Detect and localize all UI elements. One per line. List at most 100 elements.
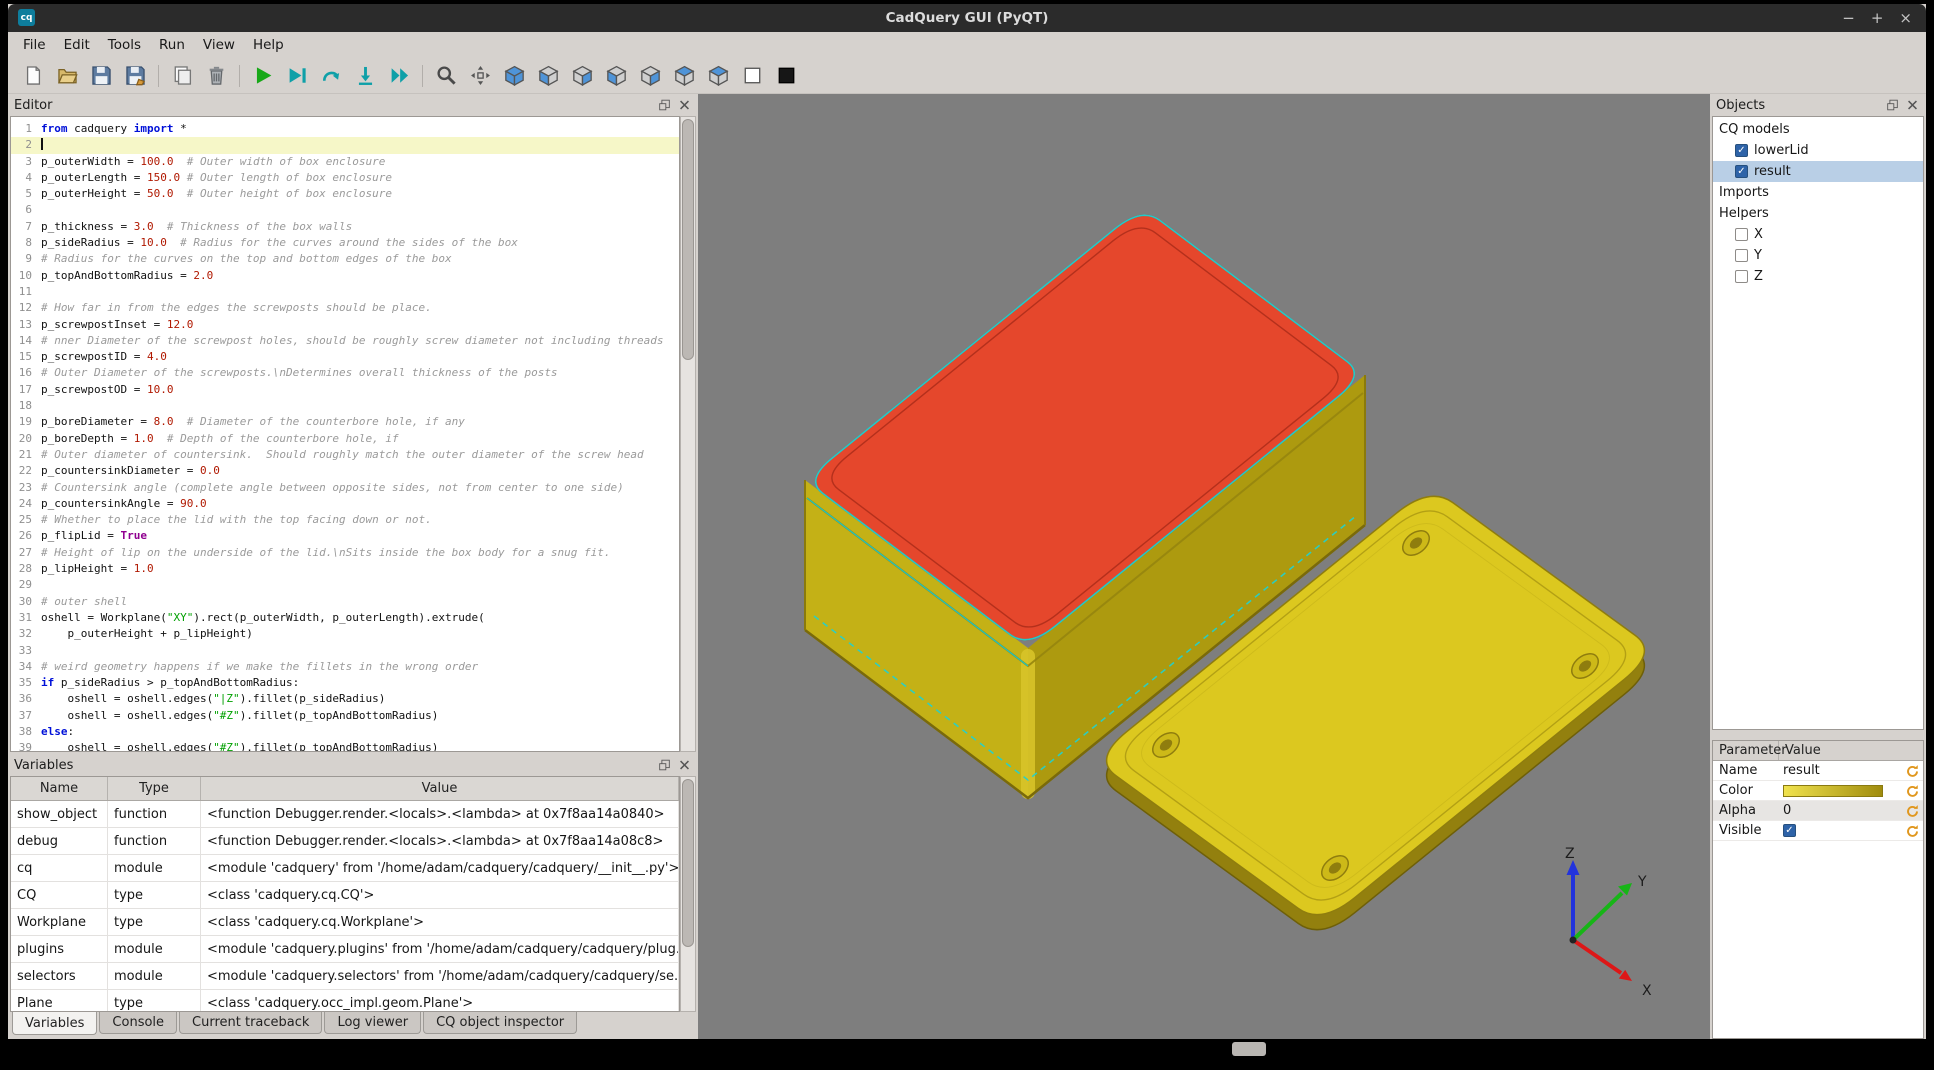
3d-viewport[interactable]: Z Y X bbox=[698, 94, 1710, 1039]
code-line[interactable]: 13p_screwpostInset = 12.0 bbox=[11, 317, 679, 333]
table-row[interactable]: show_objectfunction<function Debugger.re… bbox=[11, 801, 679, 828]
unchecked-checkbox[interactable] bbox=[1735, 249, 1748, 262]
menu-edit[interactable]: Edit bbox=[55, 34, 99, 56]
table-row[interactable]: debugfunction<function Debugger.render.<… bbox=[11, 828, 679, 855]
undock-icon[interactable] bbox=[657, 758, 672, 772]
code-line[interactable]: 34# weird geometry happens if we make th… bbox=[11, 659, 679, 675]
tree-item-z[interactable]: Z bbox=[1713, 266, 1923, 287]
new-file-button[interactable] bbox=[18, 61, 48, 91]
param-value[interactable]: ✓ bbox=[1779, 824, 1905, 837]
menu-view[interactable]: View bbox=[194, 34, 244, 56]
checked-checkbox[interactable]: ✓ bbox=[1783, 824, 1796, 837]
close-panel-icon[interactable] bbox=[677, 98, 692, 112]
code-line[interactable]: 2 bbox=[11, 137, 679, 153]
code-line[interactable]: 9# Radius for the curves on the top and … bbox=[11, 251, 679, 267]
code-line[interactable]: 15p_screwpostID = 4.0 bbox=[11, 349, 679, 365]
code-line[interactable]: 22p_countersinkDiameter = 0.0 bbox=[11, 463, 679, 479]
code-line[interactable]: 27# Height of lip on the underside of th… bbox=[11, 545, 679, 561]
code-line[interactable]: 14# nner Diameter of the screwpost holes… bbox=[11, 333, 679, 349]
code-line[interactable]: 29 bbox=[11, 577, 679, 593]
tree-item-imports[interactable]: Imports bbox=[1713, 182, 1923, 203]
code-line[interactable]: 8p_sideRadius = 10.0 # Radius for the cu… bbox=[11, 235, 679, 251]
color-swatch[interactable] bbox=[1783, 785, 1883, 797]
open-file-button[interactable] bbox=[52, 61, 82, 91]
view-bottom-button[interactable] bbox=[703, 61, 733, 91]
code-line[interactable]: 30# outer shell bbox=[11, 594, 679, 610]
view-right-button[interactable] bbox=[635, 61, 665, 91]
code-line[interactable]: 33 bbox=[11, 643, 679, 659]
code-line[interactable]: 1from cadquery import * bbox=[11, 121, 679, 137]
undock-icon[interactable] bbox=[657, 98, 672, 112]
code-line[interactable]: 11 bbox=[11, 284, 679, 300]
menu-run[interactable]: Run bbox=[150, 34, 194, 56]
menu-file[interactable]: File bbox=[14, 34, 55, 56]
param-value[interactable] bbox=[1779, 785, 1905, 797]
editor-scrollbar-thumb[interactable] bbox=[682, 119, 694, 360]
tree-item-lowerlid[interactable]: ✓lowerLid bbox=[1713, 140, 1923, 161]
save-as-button[interactable] bbox=[120, 61, 150, 91]
param-value[interactable]: result bbox=[1779, 763, 1905, 778]
table-row[interactable]: pluginsmodule<module 'cadquery.plugins' … bbox=[11, 936, 679, 963]
code-line[interactable]: 18 bbox=[11, 398, 679, 414]
wireframe-button[interactable] bbox=[737, 61, 767, 91]
code-area[interactable]: 1from cadquery import *23p_outerWidth = … bbox=[10, 116, 680, 752]
variables-scrollbar[interactable] bbox=[680, 776, 696, 1012]
close-panel-icon[interactable] bbox=[677, 758, 692, 772]
minimize-button[interactable]: − bbox=[1842, 9, 1855, 27]
step-into-button[interactable] bbox=[350, 61, 380, 91]
code-line[interactable]: 7p_thickness = 3.0 # Thickness of the bo… bbox=[11, 219, 679, 235]
code-line[interactable]: 5p_outerHeight = 50.0 # Outer height of … bbox=[11, 186, 679, 202]
code-line[interactable]: 21# Outer diameter of countersink. Shoul… bbox=[11, 447, 679, 463]
code-line[interactable]: 23# Countersink angle (complete angle be… bbox=[11, 480, 679, 496]
close-button[interactable]: × bbox=[1899, 9, 1912, 27]
view-top-button[interactable] bbox=[669, 61, 699, 91]
unchecked-checkbox[interactable] bbox=[1735, 228, 1748, 241]
continue-button[interactable] bbox=[384, 61, 414, 91]
run-button[interactable] bbox=[248, 61, 278, 91]
code-line[interactable]: 24p_countersinkAngle = 90.0 bbox=[11, 496, 679, 512]
reset-icon[interactable] bbox=[1905, 803, 1920, 818]
bottom-scrollbar-thumb[interactable] bbox=[1232, 1042, 1266, 1056]
tab-console[interactable]: Console bbox=[99, 1012, 177, 1034]
tree-item-helpers[interactable]: Helpers bbox=[1713, 203, 1923, 224]
code-line[interactable]: 26p_flipLid = True bbox=[11, 528, 679, 544]
view-left-button[interactable] bbox=[601, 61, 631, 91]
step-over-button[interactable] bbox=[316, 61, 346, 91]
code-line[interactable]: 3p_outerWidth = 100.0 # Outer width of b… bbox=[11, 154, 679, 170]
tab-log-viewer[interactable]: Log viewer bbox=[324, 1012, 421, 1034]
menu-tools[interactable]: Tools bbox=[99, 34, 150, 56]
view-back-button[interactable] bbox=[567, 61, 597, 91]
checked-checkbox[interactable]: ✓ bbox=[1735, 165, 1748, 178]
reset-icon[interactable] bbox=[1905, 823, 1920, 838]
tab-variables[interactable]: Variables bbox=[12, 1012, 97, 1035]
code-line[interactable]: 35if p_sideRadius > p_topAndBottomRadius… bbox=[11, 675, 679, 691]
view-front-button[interactable] bbox=[533, 61, 563, 91]
code-line[interactable]: 25# Whether to place the lid with the to… bbox=[11, 512, 679, 528]
save-button[interactable] bbox=[86, 61, 116, 91]
reset-icon[interactable] bbox=[1905, 783, 1920, 798]
close-panel-icon[interactable] bbox=[1905, 98, 1920, 112]
editor-scrollbar[interactable] bbox=[680, 116, 696, 752]
code-line[interactable]: 17p_screwpostOD = 10.0 bbox=[11, 382, 679, 398]
trash-button[interactable] bbox=[201, 61, 231, 91]
code-line[interactable]: 12# How far in from the edges the screwp… bbox=[11, 300, 679, 316]
table-row[interactable]: Workplanetype<class 'cadquery.cq.Workpla… bbox=[11, 909, 679, 936]
debug-button[interactable] bbox=[282, 61, 312, 91]
code-line[interactable]: 31oshell = Workplane("XY").rect(p_outerW… bbox=[11, 610, 679, 626]
reset-icon[interactable] bbox=[1905, 763, 1920, 778]
code-line[interactable]: 16# Outer Diameter of the screwposts.\nD… bbox=[11, 365, 679, 381]
code-line[interactable]: 32 p_outerHeight + p_lipHeight) bbox=[11, 626, 679, 642]
table-row[interactable]: CQtype<class 'cadquery.cq.CQ'> bbox=[11, 882, 679, 909]
fit-view-button[interactable] bbox=[465, 61, 495, 91]
menu-help[interactable]: Help bbox=[244, 34, 293, 56]
view-iso-button[interactable] bbox=[499, 61, 529, 91]
tree-item-cq-models[interactable]: CQ models bbox=[1713, 119, 1923, 140]
code-line[interactable]: 39 oshell = oshell.edges("#Z").fillet(p_… bbox=[11, 740, 679, 752]
zoom-button[interactable] bbox=[431, 61, 461, 91]
code-line[interactable]: 19p_boreDiameter = 8.0 # Diameter of the… bbox=[11, 414, 679, 430]
code-line[interactable]: 20p_boreDepth = 1.0 # Depth of the count… bbox=[11, 431, 679, 447]
code-line[interactable]: 38else: bbox=[11, 724, 679, 740]
tab-cq-object-inspector[interactable]: CQ object inspector bbox=[423, 1012, 577, 1034]
code-line[interactable]: 37 oshell = oshell.edges("#Z").fillet(p_… bbox=[11, 708, 679, 724]
checked-checkbox[interactable]: ✓ bbox=[1735, 144, 1748, 157]
